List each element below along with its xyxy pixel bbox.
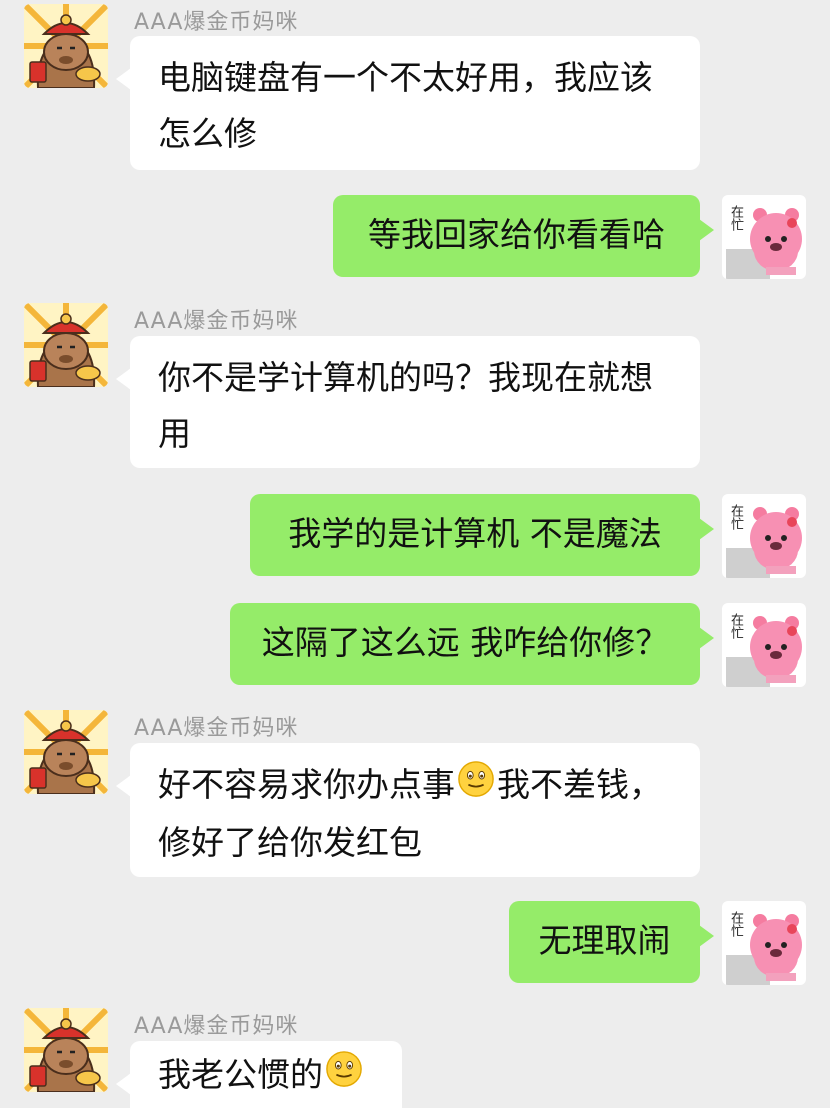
message-text: 我老公惯的 [158, 1055, 323, 1094]
sender-name: AAA爆金币妈咪 [134, 1014, 299, 1039]
message-bubble-received[interactable]: 你不是学计算机的吗？我现在就想 用 [116, 336, 700, 468]
capybara-god-of-wealth-icon[interactable] [24, 1008, 108, 1092]
message-text: 我不差钱， [497, 765, 662, 804]
message-text: 电脑键盘有一个不太好用，我应该 [158, 58, 653, 97]
message-bubble-received[interactable]: 我老公惯的 [116, 1041, 402, 1108]
message-bubble-sent[interactable]: 无理取闹 [509, 901, 714, 983]
message-bubble-received[interactable]: 好不容易求你办点事 我不差钱， 修好了给你发红包 [116, 743, 700, 877]
capybara-god-of-wealth-icon[interactable] [24, 303, 108, 387]
sender-name: AAA爆金币妈咪 [134, 10, 299, 35]
message-text: 用 [158, 414, 191, 453]
pink-bear-busy-icon[interactable]: 在忙 [722, 494, 806, 578]
sender-name: AAA爆金币妈咪 [134, 716, 299, 741]
message-bubble-received[interactable]: 电脑键盘有一个不太好用，我应该 怎么修 [116, 36, 700, 170]
message-text: 等我回家给你看看哈 [368, 215, 665, 254]
smile-emoji-icon [325, 1049, 363, 1105]
capybara-god-of-wealth-icon[interactable] [24, 710, 108, 794]
sender-name: AAA爆金币妈咪 [134, 309, 299, 334]
pink-bear-busy-icon[interactable]: 在忙 [722, 603, 806, 687]
message-text: 这隔了这么远 我咋给你修？ [261, 623, 669, 662]
message-text: 好不容易求你办点事 [158, 765, 455, 804]
pink-bear-busy-icon[interactable]: 在忙 [722, 901, 806, 985]
message-text: 我学的是计算机 不是魔法 [288, 514, 662, 553]
message-text: 无理取闹 [538, 921, 671, 960]
capybara-god-of-wealth-icon[interactable] [24, 4, 108, 88]
message-bubble-sent[interactable]: 这隔了这么远 我咋给你修？ [230, 603, 714, 685]
message-text: 修好了给你发红包 [158, 822, 422, 862]
message-bubble-sent[interactable]: 等我回家给你看看哈 [333, 195, 714, 277]
message-text: 怎么修 [158, 114, 257, 153]
message-bubble-sent[interactable]: 我学的是计算机 不是魔法 [250, 494, 714, 576]
message-text: 你不是学计算机的吗？我现在就想 [158, 358, 653, 397]
smile-emoji-icon [457, 759, 495, 815]
pink-bear-busy-icon[interactable]: 在忙 [722, 195, 806, 279]
